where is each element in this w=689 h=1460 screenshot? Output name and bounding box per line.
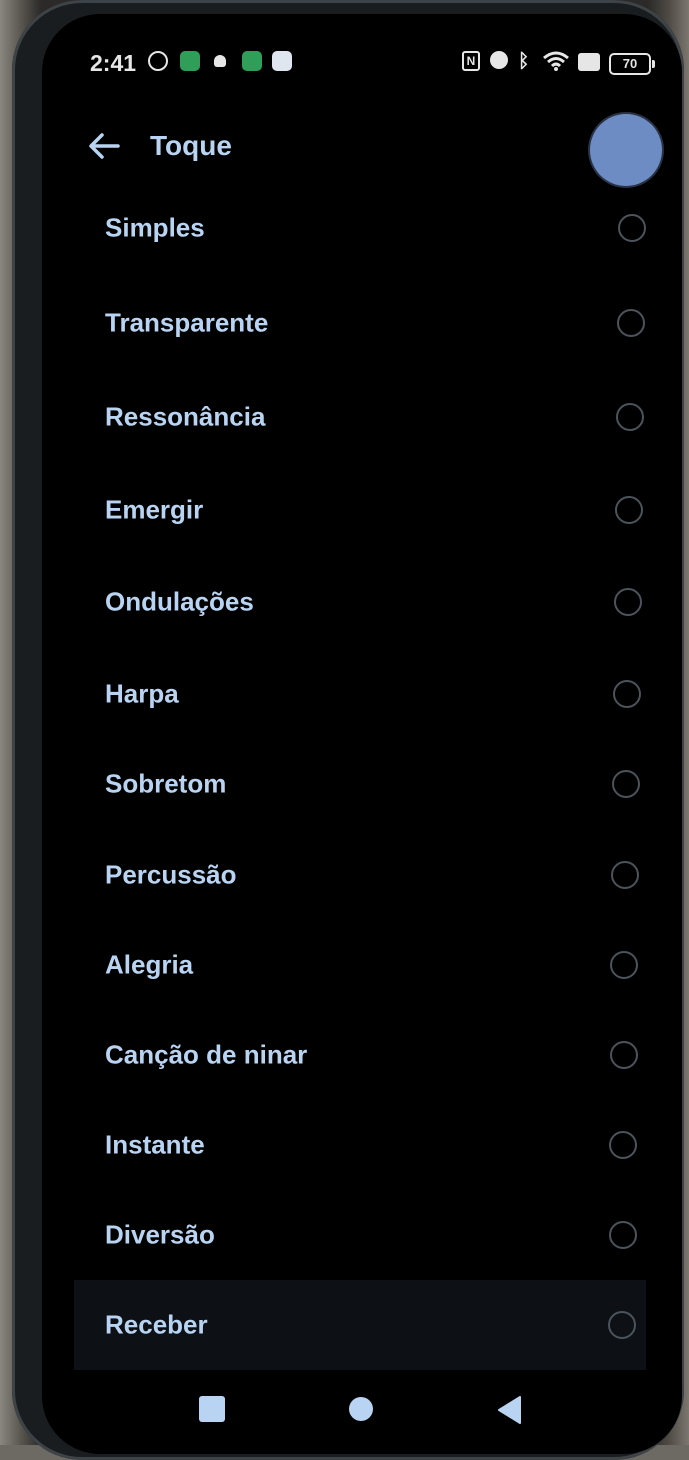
battery-indicator: 70	[609, 53, 655, 75]
navigation-bar	[42, 1374, 682, 1454]
radio-button[interactable]	[617, 309, 645, 337]
option-label: Ondulações	[105, 586, 254, 617]
option-label: Sobretom	[105, 768, 227, 799]
radio-button[interactable]	[609, 1131, 637, 1159]
option-label: Instante	[105, 1129, 205, 1160]
option-simples[interactable]: Simples	[74, 183, 646, 273]
status-time: 2:41	[90, 50, 137, 76]
back-button[interactable]	[84, 126, 124, 166]
android-icon	[214, 55, 226, 67]
option-label: Harpa	[105, 678, 179, 709]
option-label: Transparente	[105, 307, 269, 338]
back-arrow-icon	[89, 133, 120, 159]
app-notification-icon	[148, 51, 168, 71]
phone-frame: 2:41 N ᛒ 70 Toque Simples Transparente R…	[12, 0, 684, 1460]
radio-button[interactable]	[615, 496, 643, 524]
option-ressonancia[interactable]: Ressonância	[74, 372, 646, 462]
option-label: Canção de ninar	[105, 1039, 308, 1070]
radio-button[interactable]	[609, 1221, 637, 1249]
option-label: Receber	[105, 1309, 208, 1340]
sheets-icon	[180, 51, 200, 71]
page-title: Toque	[150, 130, 232, 161]
radio-button[interactable]	[610, 1041, 638, 1069]
nfc-icon: N	[462, 51, 480, 71]
option-label: Diversão	[105, 1219, 215, 1250]
no-sim-icon	[578, 53, 600, 71]
status-bar: 2:41 N ᛒ 70	[42, 14, 682, 104]
option-instante[interactable]: Instante	[74, 1100, 646, 1190]
option-cancao-de-ninar[interactable]: Canção de ninar	[74, 1010, 646, 1100]
radio-button[interactable]	[612, 770, 640, 798]
wifi-icon	[543, 51, 569, 71]
option-ondulacoes[interactable]: Ondulações	[74, 557, 646, 647]
option-label: Ressonância	[105, 401, 266, 432]
option-label: Simples	[105, 212, 205, 243]
screen: 2:41 N ᛒ 70 Toque Simples Transparente R…	[42, 14, 682, 1454]
option-sobretom[interactable]: Sobretom	[74, 739, 646, 829]
option-alegria[interactable]: Alegria	[74, 920, 646, 1010]
radio-button[interactable]	[616, 403, 644, 431]
home-button[interactable]	[349, 1397, 373, 1421]
recents-button[interactable]	[199, 1396, 225, 1422]
option-percussao[interactable]: Percussão	[74, 830, 646, 920]
option-diversao[interactable]: Diversão	[74, 1190, 646, 1280]
option-receber[interactable]: Receber	[74, 1280, 646, 1370]
radio-button[interactable]	[610, 951, 638, 979]
back-nav-button[interactable]	[496, 1395, 522, 1425]
bluetooth-icon: ᛒ	[518, 51, 530, 72]
radio-button[interactable]	[614, 588, 642, 616]
radio-button[interactable]	[618, 214, 646, 242]
floating-circle-button[interactable]	[590, 114, 662, 186]
radio-button[interactable]	[608, 1311, 636, 1339]
radio-button[interactable]	[613, 680, 641, 708]
alarm-icon	[490, 51, 508, 69]
option-emergir[interactable]: Emergir	[74, 465, 646, 555]
calendar-icon	[242, 51, 262, 71]
message-icon	[272, 51, 292, 71]
option-transparente[interactable]: Transparente	[74, 278, 646, 368]
option-harpa[interactable]: Harpa	[74, 649, 646, 739]
option-label: Alegria	[105, 949, 194, 980]
option-label: Percussão	[105, 859, 237, 890]
radio-button[interactable]	[611, 861, 639, 889]
option-label: Emergir	[105, 494, 204, 525]
